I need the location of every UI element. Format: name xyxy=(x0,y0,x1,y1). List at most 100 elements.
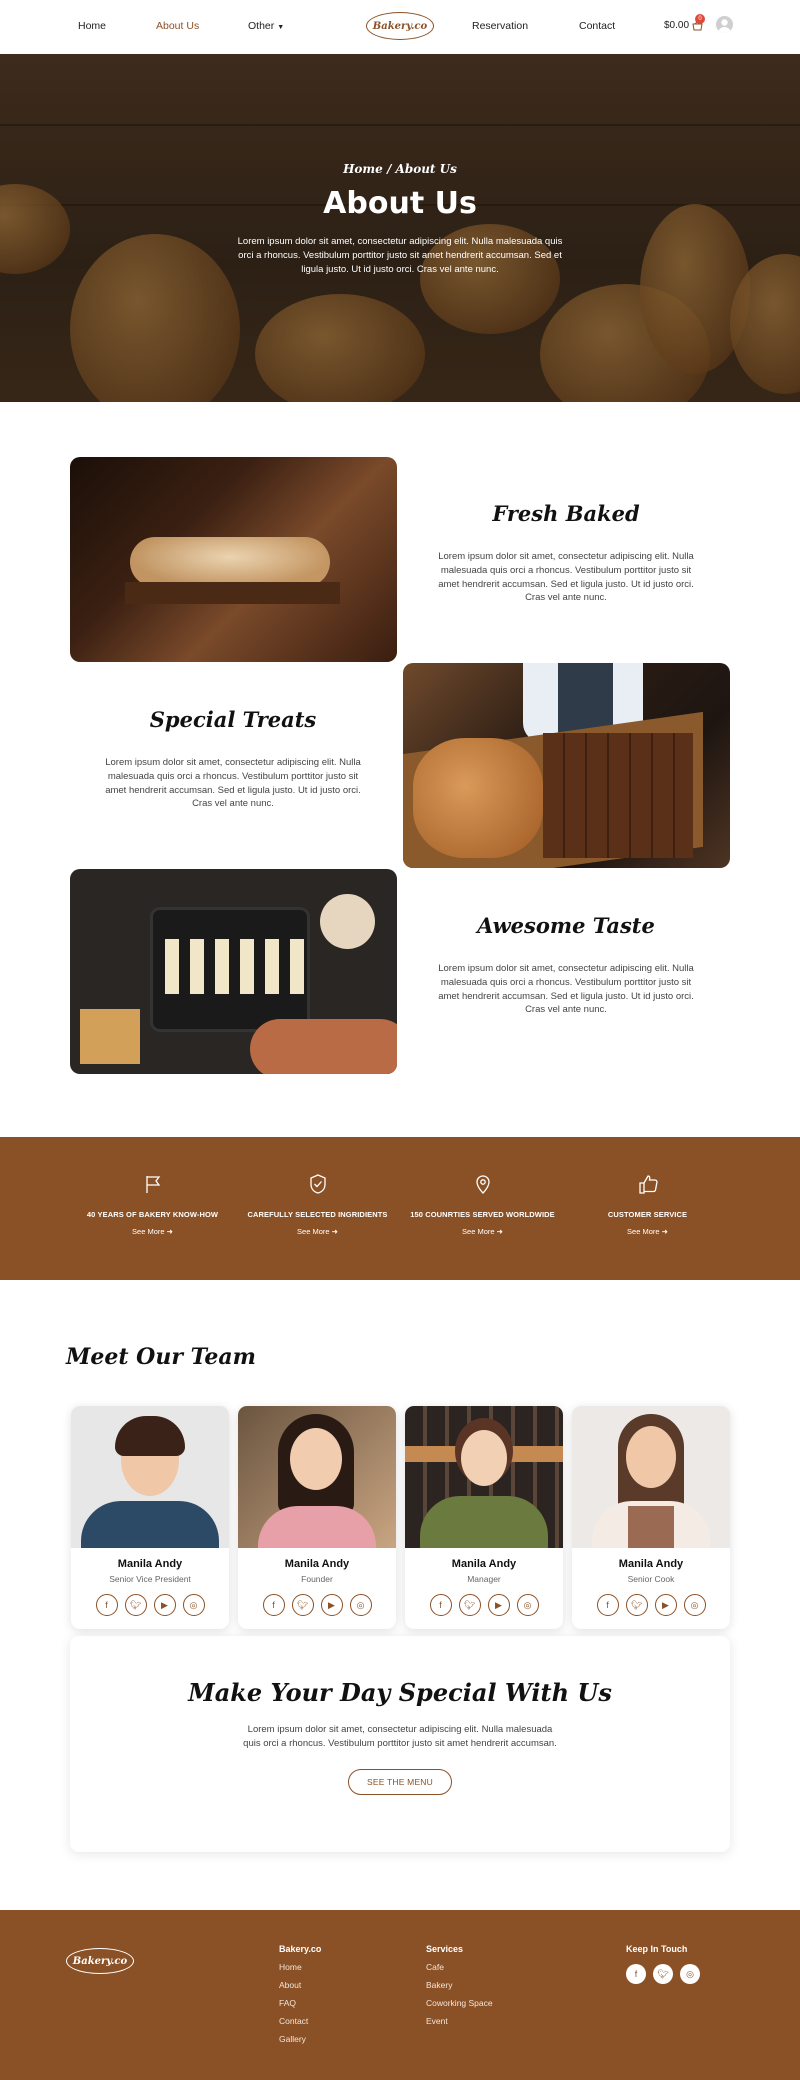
instagram-icon[interactable]: ◎ xyxy=(680,1964,700,1984)
arrow-right-icon: ➜ xyxy=(496,1227,503,1236)
feature-fresh-baked: Fresh Baked Lorem ipsum dolor sit amet, … xyxy=(431,501,701,605)
team-member-role: Senior Vice President xyxy=(109,1574,191,1584)
twitter-icon[interactable]: 🐦︎ xyxy=(625,1594,648,1616)
social-links: f 🐦︎ ▶ ◎ xyxy=(238,1594,396,1616)
footer-column-bakery: Bakery.co Home About FAQ Contact Gallery xyxy=(279,1944,321,2044)
footer-column-title: Bakery.co xyxy=(279,1944,322,1954)
footer-link[interactable]: Event xyxy=(426,2016,493,2026)
team-member-photo xyxy=(71,1406,229,1548)
nav-home[interactable]: Home xyxy=(78,20,106,32)
see-more-label: See More xyxy=(462,1227,495,1236)
team-member-role: Manager xyxy=(467,1574,501,1584)
site-logo[interactable]: Bakery.co xyxy=(366,12,434,40)
team-member-name: Manila Andy xyxy=(284,1558,350,1570)
feature-title: Special Treats xyxy=(149,707,317,732)
cart-total: $0.00 xyxy=(664,20,690,31)
feature-special-treats: Special Treats Lorem ipsum dolor sit ame… xyxy=(98,707,368,811)
hero-text: Lorem ipsum dolor sit amet, consectetur … xyxy=(237,236,563,275)
hero-banner: Home / About Us About Us Lorem ipsum dol… xyxy=(0,54,800,402)
social-links: f 🐦︎ ▶ ◎ xyxy=(572,1594,730,1616)
see-more-label: See More xyxy=(132,1227,165,1236)
breadcrumb[interactable]: Home / About Us xyxy=(0,162,800,176)
features-section: Fresh Baked Lorem ipsum dolor sit amet, … xyxy=(0,402,800,1137)
team-card: Manila Andy Manager f 🐦︎ ▶ ◎ xyxy=(405,1406,563,1629)
feature-title: Fresh Baked xyxy=(492,501,640,526)
see-more-link[interactable]: See More ➜ xyxy=(400,1227,565,1236)
arrow-right-icon: ➜ xyxy=(661,1227,668,1236)
nav-other[interactable]: Other ▼ xyxy=(248,20,284,32)
footer-link[interactable]: Contact xyxy=(279,2016,321,2026)
highlight-title: 150 COUNRTIES SERVED WORLDWIDE xyxy=(410,1210,555,1219)
team-card: Manila Andy Senior Cook f 🐦︎ ▶ ◎ xyxy=(572,1406,730,1629)
team-section: Meet Our Team Manila Andy Senior Vice Pr… xyxy=(0,1280,800,1910)
arrow-right-icon: ➜ xyxy=(331,1227,338,1236)
footer-link[interactable]: Cafe xyxy=(426,1962,493,1972)
twitter-icon[interactable]: 🐦︎ xyxy=(653,1964,673,1984)
cart-count-badge: 0 xyxy=(695,14,705,24)
hero-content: Home / About Us About Us Lorem ipsum dol… xyxy=(0,162,800,277)
team-member-name: Manila Andy xyxy=(451,1558,517,1570)
top-nav: Home About Us Other ▼ Bakery.co Reservat… xyxy=(0,0,800,54)
team-member-photo xyxy=(405,1406,563,1548)
youtube-icon[interactable]: ▶ xyxy=(320,1594,343,1616)
footer-link[interactable]: FAQ xyxy=(279,1998,321,2008)
feature-awesome-taste: Awesome Taste Lorem ipsum dolor sit amet… xyxy=(431,913,701,1017)
highlight-item: 40 YEARS OF BAKERY KNOW-HOW See More ➜ xyxy=(70,1137,235,1280)
footer-link[interactable]: Home xyxy=(279,1962,321,1972)
instagram-icon[interactable]: ◎ xyxy=(516,1594,539,1616)
youtube-icon[interactable]: ▶ xyxy=(153,1594,176,1616)
footer-link[interactable]: Bakery xyxy=(426,1980,493,1990)
nav-other-label: Other xyxy=(248,20,275,32)
team-card: Manila Andy Senior Vice President f 🐦︎ ▶… xyxy=(71,1406,229,1629)
see-more-link[interactable]: See More ➜ xyxy=(235,1227,400,1236)
see-more-link[interactable]: See More ➜ xyxy=(70,1227,235,1236)
cta-title: Make Your Day Special With Us xyxy=(188,1678,612,1707)
highlight-title: CUSTOMER SERVICE xyxy=(607,1210,688,1219)
thumbs-up-icon xyxy=(638,1175,658,1194)
oven-bread-photo xyxy=(70,457,397,662)
feature-title: Awesome Taste xyxy=(477,913,655,938)
twitter-icon[interactable]: 🐦︎ xyxy=(458,1594,481,1616)
footer-link[interactable]: Coworking Space xyxy=(426,1998,493,2008)
nav-contact[interactable]: Contact xyxy=(579,20,615,32)
flag-icon xyxy=(145,1176,160,1193)
youtube-icon[interactable]: ▶ xyxy=(654,1594,677,1616)
twitter-icon[interactable]: 🐦︎ xyxy=(291,1594,314,1616)
instagram-icon[interactable]: ◎ xyxy=(683,1594,706,1616)
instagram-icon[interactable]: ◎ xyxy=(349,1594,372,1616)
nav-reservation[interactable]: Reservation xyxy=(472,20,528,32)
facebook-icon[interactable]: f xyxy=(262,1594,285,1616)
page-title: About Us xyxy=(323,186,477,221)
footer: Bakery.co Bakery.co Home About FAQ Conta… xyxy=(0,1910,800,2080)
team-member-name: Manila Andy xyxy=(618,1558,684,1570)
footer-link[interactable]: Gallery xyxy=(279,2034,321,2044)
highlight-item: CUSTOMER SERVICE See More ➜ xyxy=(565,1137,730,1280)
footer-column-keep-in-touch: Keep In Touch f 🐦︎ ◎ xyxy=(626,1944,700,1984)
baker-tray-photo xyxy=(403,663,730,868)
see-the-menu-button[interactable]: SEE THE MENU xyxy=(347,1769,452,1795)
facebook-icon[interactable]: f xyxy=(596,1594,619,1616)
facebook-icon[interactable]: f xyxy=(626,1964,646,1984)
instagram-icon[interactable]: ◎ xyxy=(182,1594,205,1616)
croissant-prep-photo xyxy=(70,869,397,1074)
nav-about-us[interactable]: About Us xyxy=(156,20,199,32)
highlight-item: 150 COUNRTIES SERVED WORLDWIDE See More … xyxy=(400,1137,565,1280)
facebook-icon[interactable]: f xyxy=(95,1594,118,1616)
highlight-item: CAREFULLY SELECTED INGRIDIENTS See More … xyxy=(235,1137,400,1280)
arrow-right-icon: ➜ xyxy=(166,1227,173,1236)
feature-text: Lorem ipsum dolor sit amet, consectetur … xyxy=(105,757,361,810)
social-links: f 🐦︎ ▶ ◎ xyxy=(71,1594,229,1616)
highlight-title: CAREFULLY SELECTED INGRIDIENTS xyxy=(247,1210,388,1219)
highlight-title: 40 YEARS OF BAKERY KNOW-HOW xyxy=(86,1210,219,1219)
youtube-icon[interactable]: ▶ xyxy=(487,1594,510,1616)
team-title: Meet Our Team xyxy=(66,1344,256,1370)
twitter-icon[interactable]: 🐦︎ xyxy=(124,1594,147,1616)
footer-logo[interactable]: Bakery.co xyxy=(66,1948,134,1974)
team-member-photo xyxy=(572,1406,730,1548)
facebook-icon[interactable]: f xyxy=(429,1594,452,1616)
team-member-role: Founder xyxy=(301,1574,333,1584)
social-links: f 🐦︎ ▶ ◎ xyxy=(405,1594,563,1616)
footer-link[interactable]: About xyxy=(279,1980,321,1990)
see-more-link[interactable]: See More ➜ xyxy=(565,1227,730,1236)
user-avatar-icon[interactable] xyxy=(716,16,733,33)
